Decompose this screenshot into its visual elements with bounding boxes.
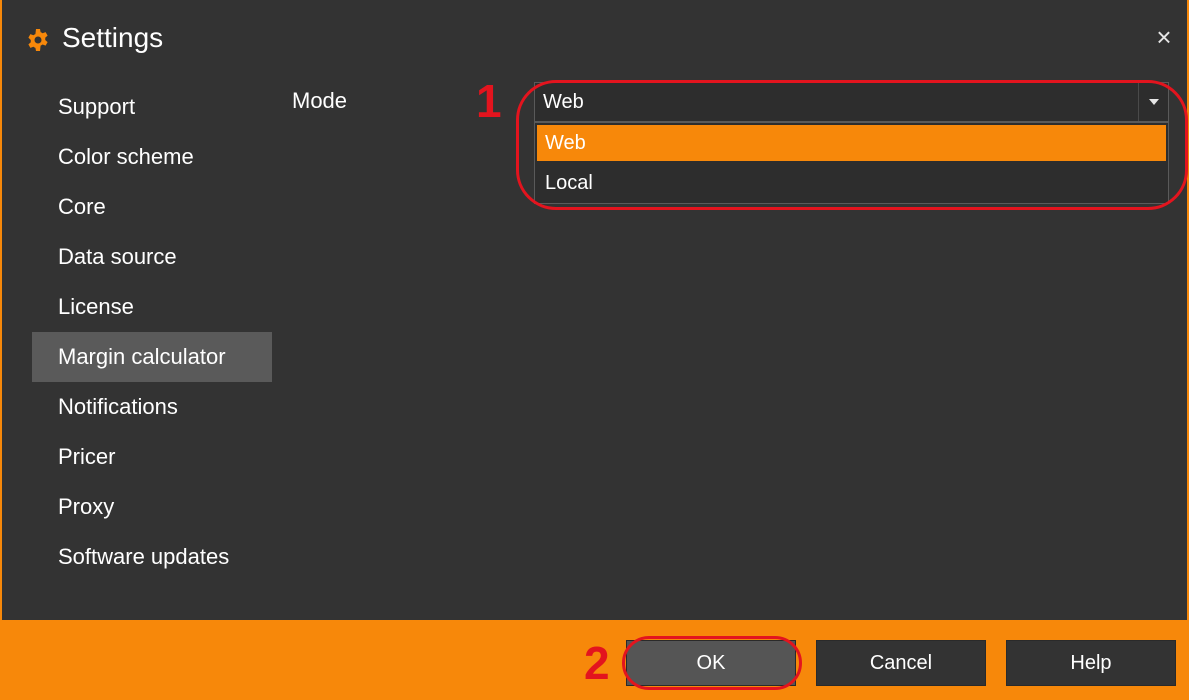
sidebar-item-license[interactable]: License (32, 282, 272, 332)
sidebar-item-notifications[interactable]: Notifications (32, 382, 272, 432)
mode-label: Mode (292, 88, 348, 113)
help-button[interactable]: Help (1006, 640, 1176, 686)
sidebar-item-data-source[interactable]: Data source (32, 232, 272, 282)
sidebar-item-color-scheme[interactable]: Color scheme (32, 132, 272, 182)
mode-dropdown-list: Web Local (534, 122, 1169, 204)
window-title: Settings (62, 22, 164, 53)
annotation-number-2: 2 (584, 637, 610, 689)
dropdown-option-local[interactable]: Local (537, 165, 1166, 201)
mode-select-value: Web (543, 91, 584, 113)
sidebar-item-margin-calculator[interactable]: Margin calculator (32, 332, 272, 382)
gear-icon (28, 29, 48, 51)
sidebar-item-proxy[interactable]: Proxy (32, 482, 272, 532)
sidebar-item-pricer[interactable]: Pricer (32, 432, 272, 482)
ok-button[interactable]: OK (626, 640, 796, 686)
sidebar-item-core[interactable]: Core (32, 182, 272, 232)
settings-window: Settings × Support Color scheme Core Dat… (0, 0, 1189, 700)
close-icon[interactable]: × (1147, 20, 1181, 54)
mode-select[interactable]: Web (534, 82, 1169, 122)
settings-sidebar: Support Color scheme Core Data source Li… (32, 82, 272, 582)
chevron-down-icon[interactable] (1138, 83, 1168, 121)
dropdown-option-web[interactable]: Web (537, 125, 1166, 161)
annotation-number-1: 1 (476, 75, 502, 127)
cancel-button[interactable]: Cancel (816, 640, 986, 686)
sidebar-item-software-updates[interactable]: Software updates (32, 532, 272, 582)
title-bar: Settings × (2, 0, 1187, 74)
sidebar-item-support[interactable]: Support (32, 82, 272, 132)
